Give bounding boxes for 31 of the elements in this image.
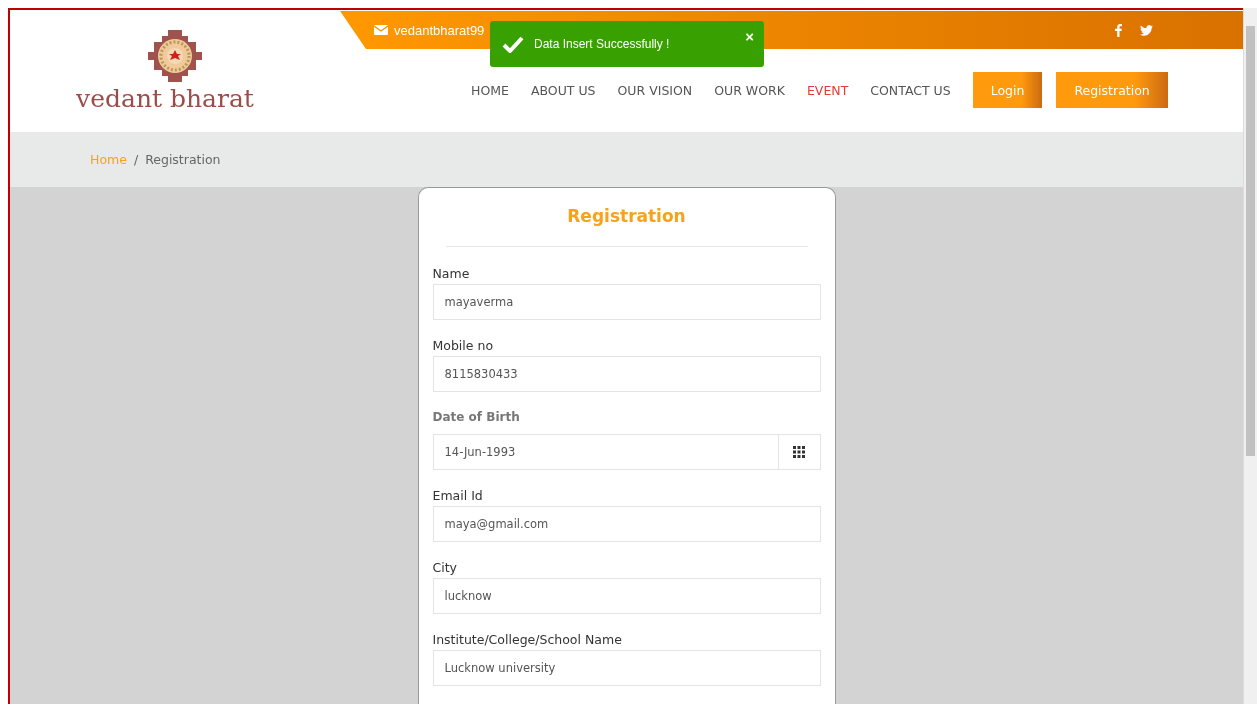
input-field[interactable]: mayaverma <box>432 284 821 320</box>
field-label: Name <box>432 266 471 281</box>
input-field[interactable]: maya@gmail.com <box>432 506 821 542</box>
logo-text[interactable]: vedant bharat <box>76 82 254 116</box>
nav-link[interactable]: ABOUT US <box>530 82 596 98</box>
input-field[interactable]: lucknow <box>432 578 821 614</box>
envelope-icon <box>374 25 388 35</box>
input-field[interactable]: Lucknow university <box>432 650 821 686</box>
field-label: Mobile no <box>432 338 495 353</box>
yantra-logo-icon <box>148 30 202 82</box>
breadcrumb-current: Registration <box>145 152 221 167</box>
scrollbar[interactable] <box>1243 8 1257 704</box>
field-label: Email Id <box>432 488 484 503</box>
nav-link[interactable]: OUR WORK <box>714 82 785 98</box>
field-label: Institute/College/School Name <box>432 632 623 647</box>
nav-link[interactable]: EVENT <box>806 82 849 98</box>
toast-message: Data Insert Successfully ! <box>534 37 671 51</box>
checkmark-icon <box>502 35 524 53</box>
form-title: Registration <box>566 205 687 228</box>
field-label: City <box>432 560 458 575</box>
nav-link[interactable]: CONTACT US <box>870 82 951 98</box>
twitter-icon[interactable] <box>1140 24 1153 36</box>
input-field[interactable]: 8115830433 <box>432 356 821 392</box>
facebook-icon[interactable] <box>1115 23 1122 37</box>
breadcrumb-separator: / <box>133 152 139 167</box>
field-label: Date of Birth <box>432 410 521 424</box>
calendar-button[interactable] <box>778 434 821 470</box>
grid-icon <box>793 446 805 458</box>
nav-link[interactable]: OUR VISION <box>617 82 693 98</box>
nav-link[interactable]: HOME <box>471 82 509 98</box>
date-field[interactable]: 14-Jun-1993 <box>432 434 779 470</box>
